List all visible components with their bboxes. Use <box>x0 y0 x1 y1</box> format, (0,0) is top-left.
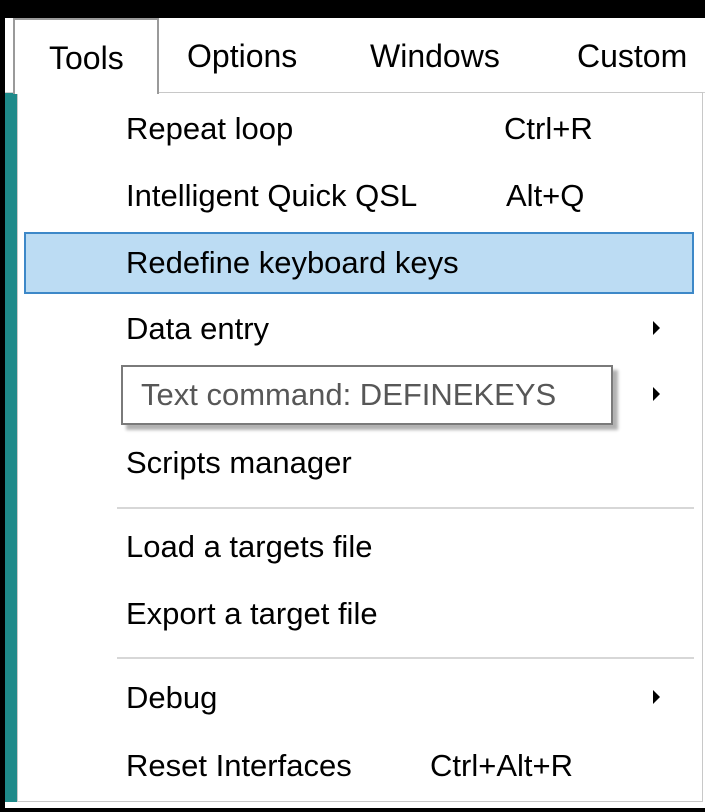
menu-item-intelligent-quick-qsl[interactable]: Intelligent Quick QSL Alt+Q <box>24 165 694 227</box>
menu-separator <box>117 657 694 659</box>
submenu-arrow-icon <box>653 321 660 335</box>
menu-separator <box>117 507 694 509</box>
menu-item-label: Reset Interfaces <box>126 748 352 783</box>
menu-item-label: Intelligent Quick QSL <box>126 178 418 213</box>
menu-item-shortcut: Ctrl+Alt+R <box>430 748 573 783</box>
tooltip: Text command: DEFINEKEYS <box>121 365 613 425</box>
menu-item-label: Export a target file <box>126 596 378 631</box>
background-window-edge <box>5 92 17 802</box>
menu-bar: Tools Options Windows Custom <box>5 18 705 94</box>
menu-item-reset-interfaces[interactable]: Reset Interfaces Ctrl+Alt+R <box>24 735 694 797</box>
menu-item-label: Load a targets file <box>126 529 373 564</box>
menu-item-debug[interactable]: Debug <box>24 667 694 729</box>
menu-item-repeat-loop[interactable]: Repeat loop Ctrl+R <box>24 98 694 160</box>
submenu-arrow-icon <box>653 387 660 401</box>
menu-item-load-targets-file[interactable]: Load a targets file <box>24 516 694 578</box>
menu-item-label: Scripts manager <box>126 445 352 480</box>
submenu-arrow-icon <box>653 690 660 704</box>
menu-custom[interactable]: Custom <box>577 18 687 92</box>
menu-item-label: Data entry <box>126 311 270 346</box>
menu-item-label: Debug <box>126 680 218 715</box>
menu-windows[interactable]: Windows <box>370 18 500 92</box>
menu-item-shortcut: Ctrl+R <box>504 111 593 146</box>
menu-item-shortcut: Alt+Q <box>506 178 585 213</box>
menu-tools[interactable]: Tools <box>13 18 159 94</box>
menu-item-data-entry[interactable]: Data entry <box>24 298 694 360</box>
menu-item-export-target-file[interactable]: Export a target file <box>24 583 694 645</box>
menu-item-redefine-keyboard-keys[interactable]: Redefine keyboard keys <box>24 232 694 294</box>
menu-item-label: Redefine keyboard keys <box>126 245 459 280</box>
menu-options[interactable]: Options <box>187 18 297 92</box>
menu-item-scripts-manager[interactable]: Scripts manager <box>24 432 694 494</box>
menu-item-label: Repeat loop <box>126 111 294 146</box>
